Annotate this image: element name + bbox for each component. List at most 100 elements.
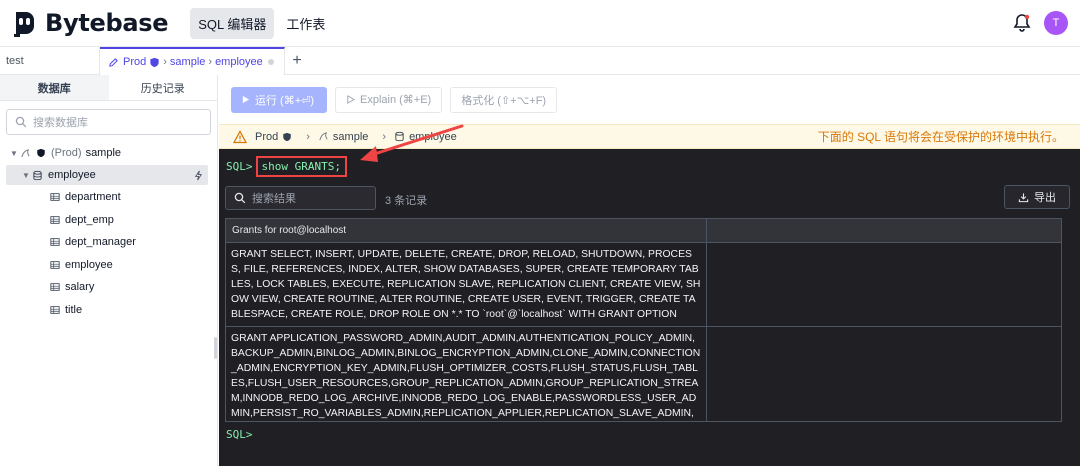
- tree-table-employee[interactable]: employee: [50, 255, 113, 275]
- mysql-dolphin-icon: [20, 148, 31, 159]
- table-name: department: [65, 191, 121, 203]
- tree-root-sample[interactable]: ▼ (Prod) sample: [10, 143, 210, 163]
- table-icon: [50, 305, 60, 315]
- logo-text: Bytebase: [45, 9, 169, 37]
- nav-worksheet[interactable]: 工作表: [278, 8, 333, 39]
- editor-tabbar: test Prod › sample › employee +: [0, 47, 1080, 75]
- table-icon: [50, 237, 60, 247]
- tab-history[interactable]: 历史记录: [109, 75, 218, 100]
- table-header: Grants for root@localhost: [226, 219, 1061, 243]
- tab-label: test: [6, 55, 24, 67]
- tab-prod-employee[interactable]: Prod › sample › employee: [100, 47, 285, 75]
- avatar[interactable]: T: [1044, 11, 1068, 35]
- table-row: GRANT SELECT, INSERT, UPDATE, DELETE, CR…: [226, 243, 1061, 327]
- download-icon: [1018, 192, 1029, 202]
- pencil-icon: [109, 57, 118, 67]
- export-button[interactable]: 导出: [1004, 185, 1070, 209]
- explain-button[interactable]: Explain (⌘+E): [335, 86, 443, 113]
- play-outline-icon: [347, 95, 355, 104]
- warn-env: Prod: [255, 131, 292, 143]
- main-nav: SQL 编辑器 工作表: [190, 7, 337, 39]
- column-header[interactable]: Grants for root@localhost: [226, 219, 707, 242]
- tree-table-dept-emp[interactable]: dept_emp: [50, 210, 114, 230]
- table-icon: [50, 215, 60, 225]
- column-header-empty: [707, 219, 1061, 242]
- search-icon: [15, 116, 27, 128]
- next-prompt[interactable]: SQL>: [226, 428, 253, 441]
- sql-console[interactable]: SQL> show GRANTS; 搜索结果 3 条记录 导出 Grants f…: [219, 149, 1080, 466]
- lightning-icon[interactable]: [193, 170, 204, 181]
- protected-env-message: 下面的 SQL 语句将会在受保护的环境中执行。: [817, 130, 1064, 144]
- shield-icon: [150, 57, 159, 67]
- sql-prompt: SQL>: [226, 160, 253, 173]
- database-icon: [395, 131, 404, 142]
- table-name: dept_emp: [65, 214, 114, 226]
- tab-table: employee: [215, 56, 263, 68]
- table-cell[interactable]: GRANT APPLICATION_PASSWORD_ADMIN,AUDIT_A…: [226, 327, 707, 421]
- sidebar-resize-handle[interactable]: [214, 337, 217, 359]
- table-icon: [50, 192, 60, 202]
- play-icon: [242, 95, 250, 104]
- table-cell-empty: [707, 243, 1061, 326]
- chevron-right-icon: ›: [306, 130, 310, 143]
- run-button[interactable]: 运行 (⌘+⏎): [231, 86, 327, 113]
- bell-icon[interactable]: [1012, 13, 1032, 33]
- table-name: title: [65, 304, 83, 316]
- tree-root-name: sample: [85, 147, 122, 159]
- warn-db: sample: [318, 131, 368, 143]
- sidebar-tabs: 数据库 历史记录: [0, 75, 217, 101]
- prompt-line: SQL> show GRANTS;: [226, 156, 347, 177]
- header-actions: T: [1012, 11, 1068, 35]
- run-label: 运行 (⌘+⏎): [255, 94, 315, 107]
- protected-env-bar: Prod › sample › employee 下面的 SQL 语句将会在受保…: [219, 124, 1080, 149]
- chevron-right-icon: ›: [382, 130, 387, 143]
- result-search-input[interactable]: 搜索结果: [225, 186, 376, 210]
- format-button[interactable]: 格式化 (⇧+⌥+F): [450, 86, 558, 113]
- editor-toolbar: 运行 (⌘+⏎) Explain (⌘+E) 格式化 (⇧+⌥+F): [219, 75, 1080, 124]
- nav-sql-editor[interactable]: SQL 编辑器: [190, 7, 275, 39]
- caret-down-icon[interactable]: ▼: [10, 149, 20, 158]
- table-cell[interactable]: GRANT SELECT, INSERT, UPDATE, DELETE, CR…: [226, 243, 707, 326]
- tree-db-name: employee: [48, 169, 96, 181]
- database-search-input[interactable]: 搜索数据库: [6, 109, 211, 135]
- table-name: employee: [65, 259, 113, 271]
- sidebar: 数据库 历史记录 搜索数据库 ▼ (Prod) sample ▼ employe…: [0, 75, 218, 466]
- shield-icon: [36, 148, 46, 158]
- result-count: 3 条记录: [385, 195, 428, 207]
- unsaved-dot-icon[interactable]: [268, 59, 274, 65]
- tab-test[interactable]: test: [0, 47, 100, 75]
- format-label: 格式化 (⇧+⌥+F): [461, 94, 547, 107]
- result-table: Grants for root@localhost GRANT SELECT, …: [225, 218, 1062, 422]
- tree-table-salary[interactable]: salary: [50, 277, 94, 297]
- add-tab-button[interactable]: +: [285, 47, 309, 75]
- table-name: dept_manager: [65, 236, 136, 248]
- tab-databases[interactable]: 数据库: [0, 75, 109, 100]
- search-placeholder: 搜索数据库: [33, 117, 88, 129]
- editor-main: 运行 (⌘+⏎) Explain (⌘+E) 格式化 (⇧+⌥+F) Prod …: [219, 75, 1080, 466]
- tree-table-department[interactable]: department: [50, 187, 121, 207]
- bytebase-logo-icon: [14, 12, 34, 37]
- tree-table-dept-manager[interactable]: dept_manager: [50, 232, 136, 252]
- result-search-placeholder: 搜索结果: [252, 193, 296, 205]
- tab-env: Prod: [123, 56, 147, 68]
- warn-table-label: employee: [409, 130, 457, 143]
- chevron-right-icon: ›: [208, 56, 213, 68]
- logo[interactable]: Bytebase: [10, 8, 169, 38]
- warning-icon: [233, 129, 247, 143]
- app-header: Bytebase SQL 编辑器 工作表 T: [0, 0, 1080, 47]
- table-icon: [50, 282, 60, 292]
- explain-label: Explain (⌘+E): [360, 94, 432, 106]
- tab-db: sample: [169, 56, 206, 68]
- mysql-dolphin-icon: [319, 132, 328, 141]
- export-label: 导出: [1034, 192, 1056, 204]
- sql-command[interactable]: show GRANTS;: [255, 156, 347, 177]
- tree-db-employee[interactable]: ▼ employee: [6, 165, 208, 185]
- table-icon: [50, 260, 60, 270]
- tree-table-title[interactable]: title: [50, 300, 82, 320]
- search-icon: [234, 192, 246, 204]
- warn-env-label: Prod: [255, 130, 279, 143]
- shield-icon: [283, 132, 291, 141]
- chevron-right-icon: ›: [163, 56, 167, 68]
- warn-table: employee: [394, 131, 457, 143]
- caret-down-icon[interactable]: ▼: [22, 171, 32, 180]
